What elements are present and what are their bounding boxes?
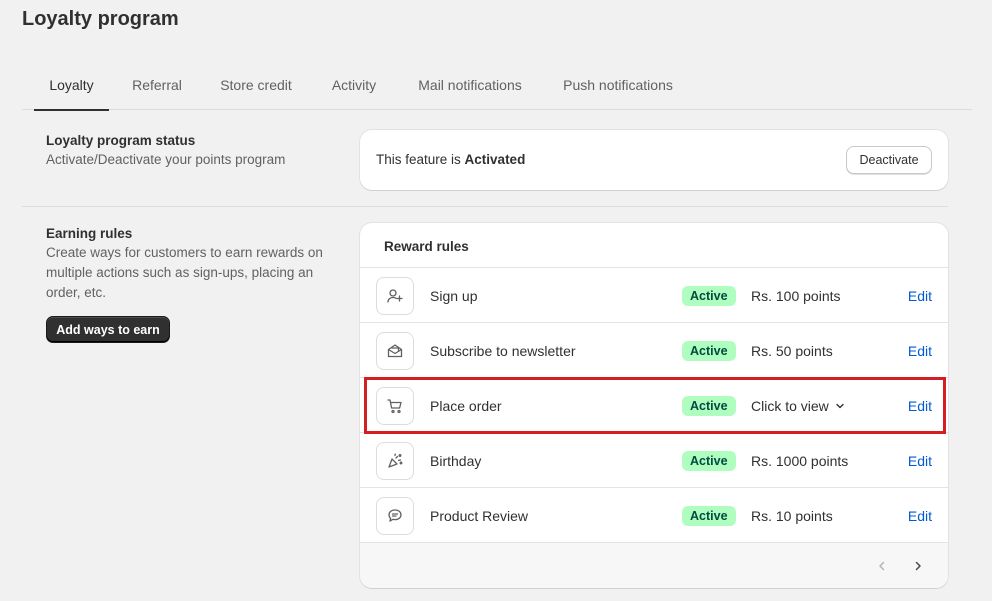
tab-push-notifications[interactable]: Push notifications: [552, 60, 684, 110]
next-page-button[interactable]: [908, 556, 928, 576]
pagination: [360, 543, 948, 588]
rule-points: Rs. 10 points: [751, 508, 833, 524]
page-title: Loyalty program: [22, 8, 179, 30]
status-badge: Active: [682, 506, 736, 526]
earning-description: Create ways for customers to earn reward…: [46, 245, 323, 300]
person-add-icon: [376, 277, 414, 315]
click-to-view-label: Click to view: [751, 398, 829, 414]
rule-points: Rs. 50 points: [751, 343, 833, 359]
chevron-down-icon: [835, 398, 845, 414]
edit-link-place-order[interactable]: Edit: [908, 398, 932, 414]
earning-heading: Earning rules: [46, 226, 133, 241]
section-divider: [22, 206, 948, 207]
edit-link-sign-up[interactable]: Edit: [908, 288, 932, 304]
tab-mail-notifications[interactable]: Mail notifications: [404, 60, 536, 110]
rule-name: Subscribe to newsletter: [430, 343, 576, 359]
edit-link-product-review[interactable]: Edit: [908, 508, 932, 524]
status-badge: Active: [682, 396, 736, 416]
feature-status-prefix: This feature is: [376, 152, 465, 167]
status-heading: Loyalty program status: [46, 133, 196, 148]
tab-store-credit[interactable]: Store credit: [206, 60, 306, 110]
cart-icon: [376, 387, 414, 425]
add-ways-to-earn-button[interactable]: Add ways to earn: [46, 316, 170, 343]
tab-activity[interactable]: Activity: [320, 60, 388, 110]
rule-name: Birthday: [430, 453, 482, 469]
status-badge: Active: [682, 286, 736, 306]
click-to-view-dropdown[interactable]: Click to view: [751, 398, 845, 414]
reward-rules-card: Reward rules Sign up Active Rs. 100 poin…: [360, 223, 948, 588]
rule-row-birthday: Birthday Active Rs. 1000 points Edit: [360, 433, 948, 488]
chevron-right-icon: [915, 561, 921, 571]
rule-name: Sign up: [430, 288, 478, 304]
rule-points: Rs. 1000 points: [751, 453, 849, 469]
rule-row-product-review: Product Review Active Rs. 10 points Edit: [360, 488, 948, 543]
deactivate-button[interactable]: Deactivate: [846, 146, 932, 174]
envelope-icon: [376, 332, 414, 370]
status-card: This feature is Activated Deactivate: [360, 130, 948, 190]
chat-icon: [376, 497, 414, 535]
status-badge: Active: [682, 451, 736, 471]
previous-page-button[interactable]: [872, 556, 892, 576]
rule-row-newsletter: Subscribe to newsletter Active Rs. 50 po…: [360, 323, 948, 378]
feature-status-text: This feature is Activated: [376, 152, 525, 167]
edit-link-birthday[interactable]: Edit: [908, 453, 932, 469]
rule-points: Rs. 100 points: [751, 288, 841, 304]
rule-name: Place order: [430, 398, 502, 414]
tab-referral[interactable]: Referral: [120, 60, 194, 110]
rule-name: Product Review: [430, 508, 529, 524]
feature-status-value: Activated: [464, 152, 526, 167]
status-description: Activate/Deactivate your points program: [46, 152, 286, 167]
rule-row-sign-up: Sign up Active Rs. 100 points Edit: [360, 268, 948, 323]
status-badge: Active: [682, 341, 736, 361]
chevron-left-icon: [879, 561, 885, 571]
tab-loyalty[interactable]: Loyalty: [34, 60, 109, 111]
tab-bar: Loyalty Referral Store credit Activity M…: [22, 60, 972, 111]
edit-link-newsletter[interactable]: Edit: [908, 343, 932, 359]
confetti-icon: [376, 442, 414, 480]
reward-rules-title: Reward rules: [384, 239, 469, 254]
rule-row-place-order: Place order Active Click to view Edit: [360, 378, 948, 433]
